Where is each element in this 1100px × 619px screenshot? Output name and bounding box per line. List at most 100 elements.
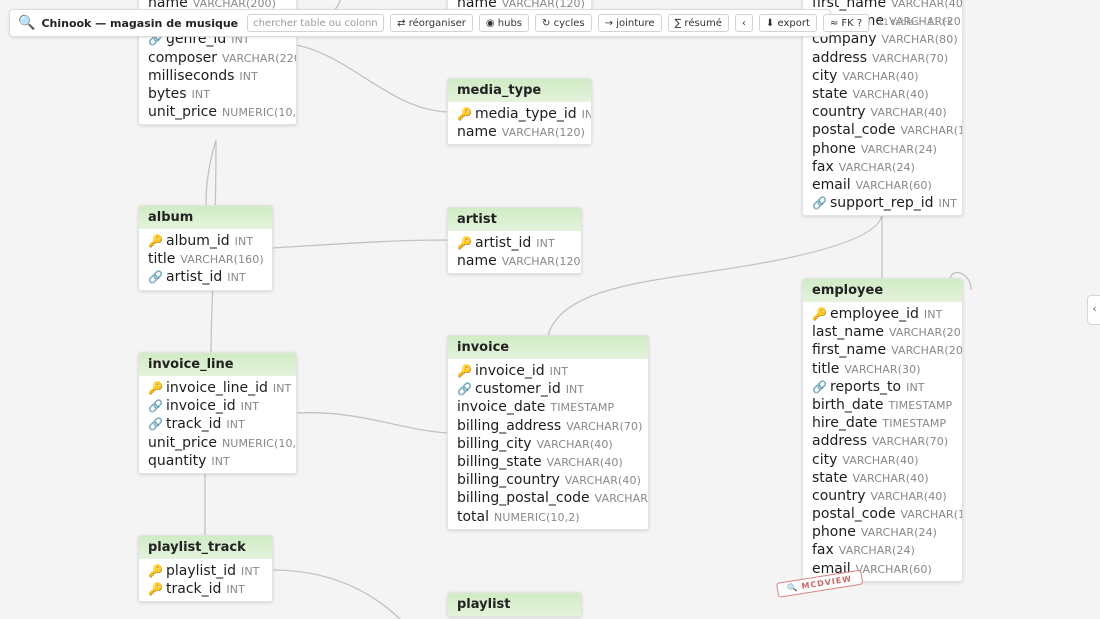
column-row[interactable]: 🔑 invoice_line_id INT: [139, 379, 296, 397]
column-row[interactable]: 🔑 artist_id INT: [448, 234, 581, 252]
column-row[interactable]: 🔑 employee_id INT: [803, 305, 962, 323]
table-header-album[interactable]: album: [139, 206, 272, 229]
column-name: unit_price: [148, 104, 217, 121]
column-row[interactable]: billing_postal_code VARCHAR(10): [448, 489, 648, 507]
column-row[interactable]: 🔗 support_rep_id INT: [803, 194, 962, 212]
table-rows: 🔑media_type_id INT name VARCHAR(120): [448, 102, 591, 144]
column-row[interactable]: 🔑 invoice_id INT: [448, 362, 648, 380]
table-employee[interactable]: employee 🔑 employee_id INT last_name VARCHAR…: [802, 278, 963, 582]
column-row[interactable]: 🔑 playlist_id INT: [139, 562, 272, 580]
column-row[interactable]: name VARCHAR(120): [448, 123, 591, 141]
column-row[interactable]: unit_price NUMERIC(10,2): [139, 103, 296, 121]
column-row[interactable]: name VARCHAR(120): [448, 252, 581, 270]
column-type: INT: [536, 237, 555, 250]
column-type: VARCHAR(70): [872, 435, 949, 449]
column-type: VARCHAR(160): [180, 253, 264, 267]
fk-help-button[interactable]: ≈ FK ?: [822, 14, 870, 32]
column-row[interactable]: unit_price NUMERIC(10,2): [139, 434, 296, 452]
table-header-invoice[interactable]: invoice: [448, 336, 648, 359]
column-type: VARCHAR(20): [891, 344, 963, 358]
column-row[interactable]: birth_date TIMESTAMP: [803, 396, 962, 414]
join-button[interactable]: → jointure: [597, 14, 662, 32]
table-playlist-track[interactable]: playlist_track 🔑 playlist_id INT 🔑 track_id I…: [138, 535, 273, 603]
column-row[interactable]: phone VARCHAR(24): [803, 523, 962, 541]
summary-button[interactable]: ∑ résumé: [667, 14, 729, 32]
column-row[interactable]: fax VARCHAR(24): [803, 541, 962, 559]
cycles-button[interactable]: ↻ cycles: [535, 14, 592, 32]
column-name: country: [812, 104, 866, 121]
column-row[interactable]: 🔑media_type_id INT: [448, 105, 591, 123]
column-row[interactable]: bytes INT: [139, 85, 296, 103]
edge-track-album: [205, 139, 217, 207]
column-row[interactable]: composer VARCHAR(220): [139, 49, 296, 67]
collapse-button[interactable]: ‹: [734, 14, 753, 32]
column-row[interactable]: 🔑 album_id INT: [139, 232, 272, 250]
column-type: VARCHAR(40): [852, 471, 929, 485]
table-header-playlist-track[interactable]: playlist_track: [139, 536, 272, 559]
table-invoice[interactable]: invoice 🔑 invoice_id INT 🔗 customer_id INT inv…: [447, 335, 649, 530]
column-name: invoice_id: [166, 398, 236, 415]
column-type: VARCHAR(40): [536, 437, 613, 451]
column-row[interactable]: email VARCHAR(60): [803, 176, 962, 194]
column-type: INT: [211, 454, 230, 468]
column-row[interactable]: quantity INT: [139, 452, 296, 470]
column-name: birth_date: [812, 396, 884, 413]
column-name: country: [812, 487, 866, 504]
table-media-type[interactable]: media_type 🔑media_type_id INT name VARCHAR(…: [447, 78, 592, 146]
table-header-media-type[interactable]: media_type: [448, 79, 591, 102]
column-row[interactable]: title VARCHAR(30): [803, 360, 962, 378]
column-row[interactable]: phone VARCHAR(24): [803, 140, 962, 158]
column-row[interactable]: billing_address VARCHAR(70): [448, 417, 648, 435]
column-row[interactable]: hire_date TIMESTAMP: [803, 414, 962, 432]
reorganize-button[interactable]: ⇄ réorganiser: [390, 14, 473, 32]
table-artist[interactable]: artist 🔑 artist_id INT name VARCHAR(120): [447, 207, 582, 275]
column-type: VARCHAR(40): [870, 489, 947, 503]
column-row[interactable]: fax VARCHAR(24): [803, 158, 962, 176]
column-name: invoice_date: [457, 399, 546, 416]
column-row[interactable]: invoice_date TIMESTAMP: [448, 398, 648, 416]
side-panel-toggle[interactable]: ‹: [1087, 295, 1100, 325]
column-row[interactable]: city VARCHAR(40): [803, 451, 962, 469]
column-name: phone: [812, 140, 856, 157]
table-header-artist[interactable]: artist: [448, 208, 581, 231]
column-row[interactable]: country VARCHAR(40): [803, 487, 962, 505]
diagram-canvas[interactable]: nameVARCHAR(200)🔗media_type_idINT🔗genre_…: [0, 0, 1100, 619]
column-row[interactable]: country VARCHAR(40): [803, 103, 962, 121]
column-row[interactable]: 🔗 invoice_id INT: [139, 397, 296, 415]
column-name: invoice_line_id: [166, 380, 268, 396]
column-row[interactable]: 🔗 customer_id INT: [448, 380, 648, 398]
toolbar: 🔍 Chinook — magasin de musique ⇄ réorgan…: [9, 9, 953, 37]
column-row[interactable]: address VARCHAR(70): [803, 432, 962, 450]
table-playlist[interactable]: playlist: [447, 592, 582, 617]
column-row[interactable]: state VARCHAR(40): [803, 469, 962, 487]
column-row[interactable]: billing_city VARCHAR(40): [448, 435, 648, 453]
column-row[interactable]: milliseconds INT: [139, 67, 296, 85]
column-row[interactable]: total NUMERIC(10,2): [448, 508, 648, 526]
column-row[interactable]: first_name VARCHAR(20): [803, 341, 962, 359]
column-row[interactable]: address VARCHAR(70): [803, 49, 962, 67]
column-name: city: [812, 451, 838, 468]
table-invoice-line[interactable]: invoice_line 🔑 invoice_line_id INT 🔗 invoice…: [138, 352, 297, 474]
column-row[interactable]: 🔗 artist_id INT: [139, 268, 272, 286]
column-row[interactable]: 🔗 reports_to INT: [803, 378, 962, 396]
column-row[interactable]: city VARCHAR(40): [803, 67, 962, 85]
table-header-playlist[interactable]: playlist: [448, 593, 581, 616]
hubs-button[interactable]: ◉ hubs: [478, 14, 530, 32]
column-row[interactable]: billing_state VARCHAR(40): [448, 453, 648, 471]
column-row[interactable]: 🔗 track_id INT: [139, 415, 296, 433]
table-header-employee[interactable]: employee: [803, 279, 962, 302]
column-row[interactable]: last_name VARCHAR(20): [803, 323, 962, 341]
column-row[interactable]: postal_code VARCHAR(10): [803, 121, 962, 139]
table-header-invoice-line[interactable]: invoice_line: [139, 353, 296, 376]
column-row[interactable]: billing_country VARCHAR(40): [448, 471, 648, 489]
table-album[interactable]: album 🔑 album_id INT title VARCHAR(160) 🔗 arti…: [138, 205, 273, 291]
magnifier-icon: 🔍: [18, 15, 36, 31]
column-row[interactable]: title VARCHAR(160): [139, 250, 272, 268]
column-row[interactable]: state VARCHAR(40): [803, 85, 962, 103]
app-title: Chinook — magasin de musique: [41, 16, 239, 30]
column-row[interactable]: postal_code VARCHAR(10): [803, 505, 962, 523]
export-button[interactable]: ⬇ export: [758, 14, 817, 32]
column-row[interactable]: 🔑 track_id INT: [139, 580, 272, 598]
table-rows: 🔑 playlist_id INT 🔑 track_id INT: [139, 559, 272, 601]
search-input[interactable]: [247, 14, 385, 32]
